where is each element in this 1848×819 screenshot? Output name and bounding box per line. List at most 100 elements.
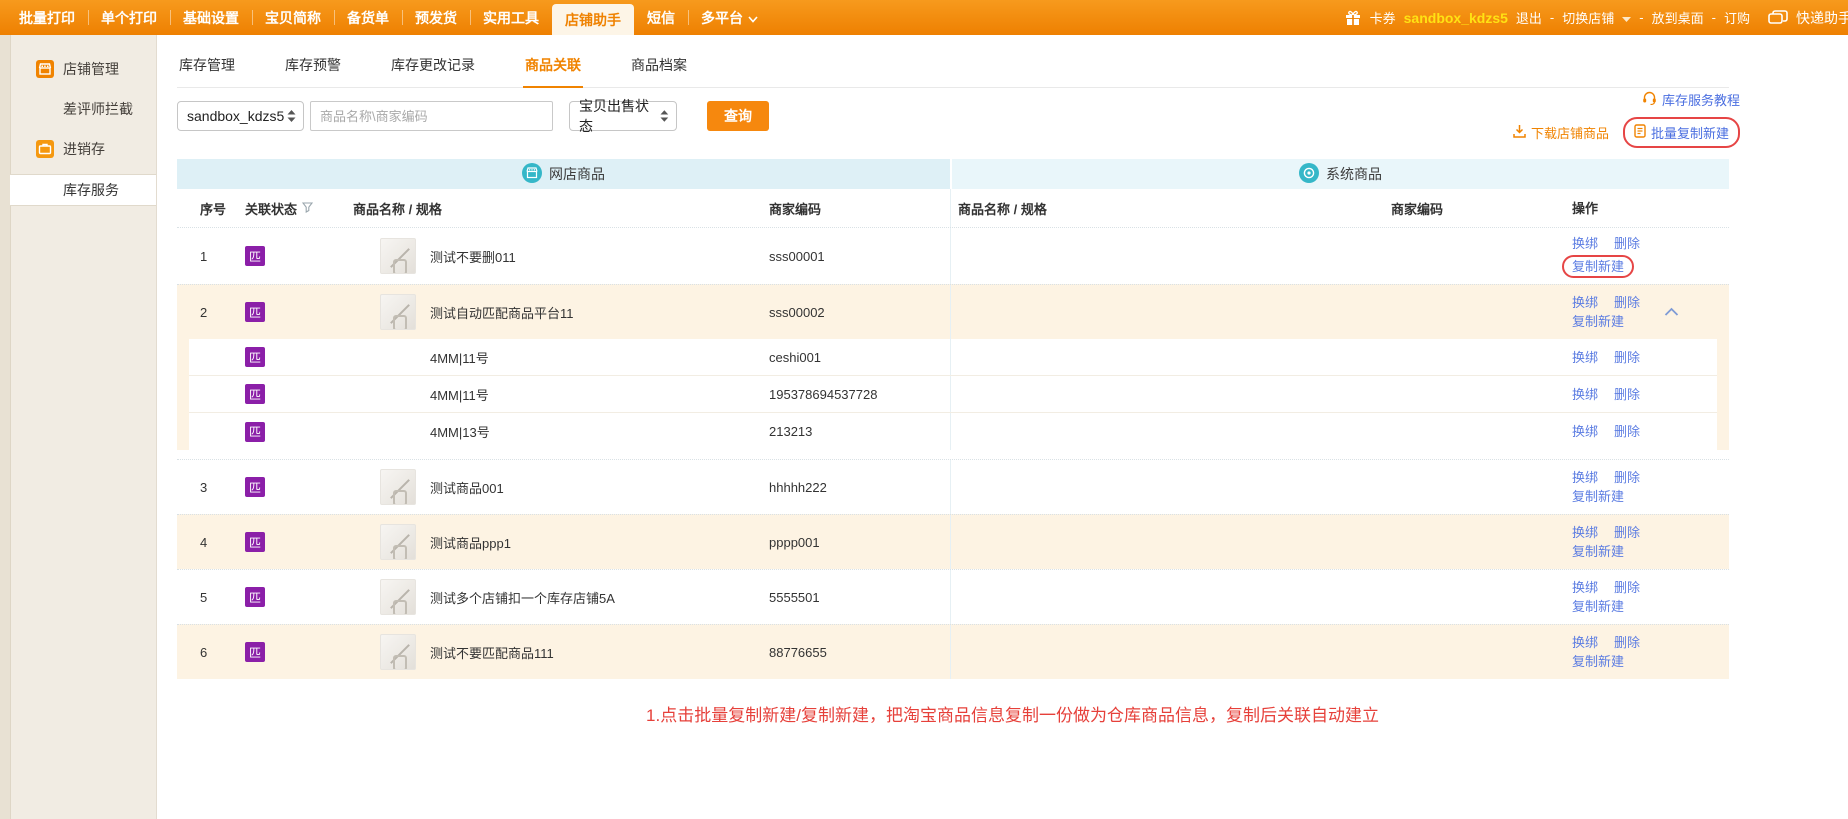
delete-link[interactable]: 删除 [1614, 470, 1640, 485]
rebind-link[interactable]: 换绑 [1572, 635, 1598, 650]
product-thumbnail [380, 294, 416, 330]
table-header-row: 序号 关联状态 商品名称 / 规格 商家编码 商品名称 / 规格 商家编码 操作 [177, 189, 1729, 227]
select-stepper-icon [660, 110, 669, 122]
rebind-link[interactable]: 换绑 [1572, 424, 1598, 439]
sidebar-item-inventory-service[interactable]: 库存服务 [10, 174, 156, 206]
matched-badge: 匹 [245, 532, 265, 552]
delete-link[interactable]: 删除 [1614, 236, 1640, 251]
rebind-link[interactable]: 换绑 [1572, 350, 1598, 365]
sidebar: 店铺管理 差评师拦截 进销存 库存服务 [0, 35, 157, 819]
delete-link[interactable]: 删除 [1614, 295, 1640, 310]
nav-item-preship[interactable]: 预发货 [402, 0, 470, 35]
copy-new-link[interactable]: 复制新建 [1572, 489, 1624, 504]
search-input[interactable] [310, 101, 553, 131]
merchant-code: sss00001 [767, 249, 950, 264]
rebind-link[interactable]: 换绑 [1572, 580, 1598, 595]
delete-link[interactable]: 删除 [1614, 580, 1640, 595]
inventory-tutorial-link[interactable]: 库存服务教程 [1642, 90, 1740, 109]
top-nav: 批量打印 单个打印 基础设置 宝贝简称 备货单 预发货 实用工具 店铺助手 短信… [0, 0, 771, 35]
tab-inventory-change-log[interactable]: 库存更改记录 [389, 51, 477, 87]
tab-inventory-management[interactable]: 库存管理 [177, 51, 237, 87]
download-shop-products-link[interactable]: 下载店铺商品 [1513, 123, 1609, 142]
delete-link[interactable]: 删除 [1614, 525, 1640, 540]
tab-inventory-warning[interactable]: 库存预警 [283, 51, 343, 87]
filter-funnel-icon[interactable] [302, 201, 313, 216]
product-name: 测试多个店铺扣一个库存店铺5A [430, 588, 615, 607]
delete-link[interactable]: 删除 [1614, 350, 1640, 365]
tutorial-annotation-text: 1.点击批量复制新建/复制新建，把淘宝商品信息复制一份做为仓库商品信息，复制后关… [177, 701, 1848, 726]
shop-select[interactable]: sandbox_kdzs5 [177, 101, 304, 131]
delete-link[interactable]: 删除 [1614, 635, 1640, 650]
sku-row: 匹 4MM|13号 213213 换绑删除 [189, 413, 1717, 450]
rebind-link[interactable]: 换绑 [1572, 387, 1598, 402]
nav-item-single-print[interactable]: 单个打印 [88, 0, 170, 35]
nav-item-stock-list[interactable]: 备货单 [334, 0, 402, 35]
express-assistant-link[interactable]: 快递助手 [1796, 8, 1848, 28]
subscribe-link[interactable]: 订购 [1724, 8, 1750, 27]
nav-item-batch-print[interactable]: 批量打印 [6, 0, 88, 35]
delete-link[interactable]: 删除 [1614, 424, 1640, 439]
tab-product-archive[interactable]: 商品档案 [629, 51, 689, 87]
row-actions: 换绑 删除 复制新建 [1565, 517, 1729, 567]
row-no: 6 [177, 645, 237, 660]
sys-product-name [950, 228, 1385, 284]
copy-new-link[interactable]: 复制新建 [1572, 259, 1624, 274]
sidebar-item-purchase-sale-stock[interactable]: 进销存 [0, 129, 156, 169]
nav-item-item-shortname[interactable]: 宝贝简称 [252, 0, 334, 35]
sidebar-item-label: 差评师拦截 [63, 99, 133, 119]
item-status-select[interactable]: 宝贝出售状态 [569, 101, 677, 131]
batch-copy-highlight-box: 批量复制新建 [1623, 117, 1740, 148]
table-row: 4 匹 测试商品ppp1 pppp001 换绑删除 复制新建 [177, 514, 1729, 569]
logout-link[interactable]: 退出 [1516, 8, 1542, 27]
rebind-link[interactable]: 换绑 [1572, 295, 1598, 310]
helper-links: 库存服务教程 下载店铺商品 批量复制新建 [1513, 90, 1740, 148]
to-desktop-link[interactable]: 放到桌面 [1652, 8, 1704, 27]
row-no: 1 [177, 249, 237, 264]
delete-link[interactable]: 删除 [1614, 387, 1640, 402]
sku-row: 匹 4MM|11号 ceshi001 换绑删除 [189, 339, 1717, 376]
merchant-code: pppp001 [767, 535, 950, 550]
system-circle-icon [1299, 163, 1319, 186]
sys-product-name [950, 285, 1385, 339]
matched-badge: 匹 [245, 347, 265, 367]
nav-item-sms[interactable]: 短信 [634, 0, 688, 35]
sidebar-item-shop-management[interactable]: 店铺管理 [0, 49, 156, 89]
batch-copy-new-link[interactable]: 批量复制新建 [1634, 123, 1729, 142]
coupon-link[interactable]: 卡券 [1370, 8, 1396, 27]
nav-item-basic-settings[interactable]: 基础设置 [170, 0, 252, 35]
merchant-code: hhhhh222 [767, 480, 950, 495]
switch-shop-link[interactable]: 切换店铺 [1562, 8, 1614, 27]
product-name: 测试不要删011 [430, 247, 516, 266]
product-name: 测试自动匹配商品平台11 [430, 303, 574, 322]
nav-item-multi-platform[interactable]: 多平台 [688, 0, 771, 35]
top-bar: 批量打印 单个打印 基础设置 宝贝简称 备货单 预发货 实用工具 店铺助手 短信… [0, 0, 1848, 35]
sku-name: 4MM|11号 [347, 385, 767, 404]
rebind-link[interactable]: 换绑 [1572, 236, 1598, 251]
app-window: 批量打印 单个打印 基础设置 宝贝简称 备货单 预发货 实用工具 店铺助手 短信… [0, 0, 1848, 819]
nav-item-tools[interactable]: 实用工具 [470, 0, 552, 35]
table-row: 2 匹 测试自动匹配商品平台11 sss00002 换绑删除 复制新建 [177, 284, 1729, 339]
sidebar-item-label: 店铺管理 [63, 59, 119, 79]
chevron-down-icon [1622, 10, 1631, 25]
copy-new-link[interactable]: 复制新建 [1572, 314, 1624, 329]
matched-badge: 匹 [245, 422, 265, 442]
table-section-band: 网店商品 系统商品 [177, 159, 1729, 189]
system-product-section-header: 系统商品 [950, 159, 1729, 189]
rebind-link[interactable]: 换绑 [1572, 525, 1598, 540]
sidebar-item-bad-reviewer-block[interactable]: 差评师拦截 [0, 89, 156, 129]
query-button[interactable]: 查询 [707, 101, 769, 131]
tab-product-association[interactable]: 商品关联 [523, 51, 583, 88]
copy-new-link[interactable]: 复制新建 [1572, 654, 1624, 669]
row-no: 4 [177, 535, 237, 550]
rebind-link[interactable]: 换绑 [1572, 470, 1598, 485]
table-row: 5 匹 测试多个店铺扣一个库存店铺5A 5555501 换绑删除 复制新建 [177, 569, 1729, 624]
sys-product-name [950, 515, 1385, 569]
col-header-code: 商家编码 [767, 199, 950, 218]
copy-new-link[interactable]: 复制新建 [1572, 599, 1624, 614]
copy-new-link[interactable]: 复制新建 [1572, 544, 1624, 559]
online-shop-section-label: 网店商品 [549, 164, 605, 184]
collapse-chevron-up-icon[interactable] [1664, 303, 1679, 322]
nav-item-shop-assistant[interactable]: 店铺助手 [552, 4, 634, 35]
top-bar-right: 卡券 sandbox_kdzs5 退出 - 切换店铺 - 放到桌面 - 订购 快… [1344, 0, 1848, 35]
gift-icon [1344, 10, 1362, 26]
